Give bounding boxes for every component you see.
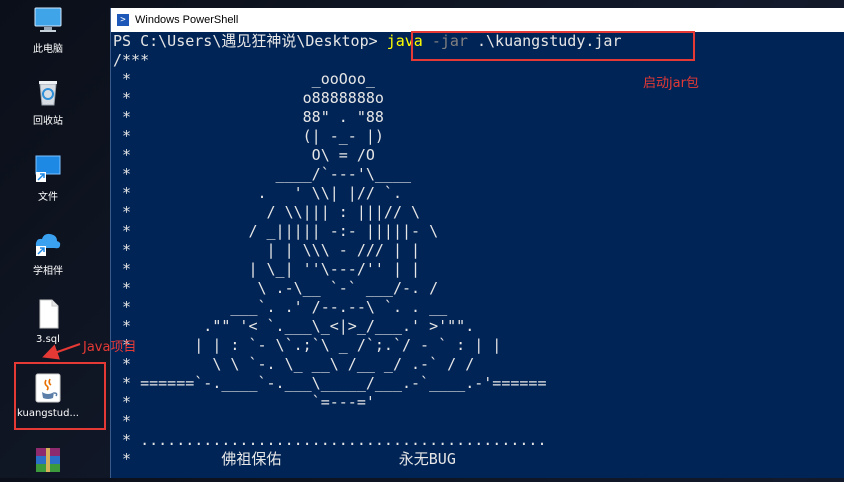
- computer-icon: [32, 4, 64, 36]
- banner-line: * / _||||| -:- |||||- \: [113, 222, 439, 240]
- banner-line: * | | \\\ - /// | |: [113, 241, 421, 259]
- banner-line: * \ .-\__ `-` ___/-. /: [113, 279, 439, 297]
- desktop-icon-sql-file[interactable]: 3.sql: [8, 298, 88, 345]
- banner-line: * | \_| ''\---/'' | |: [113, 260, 421, 278]
- banner-line: * \ \ `-. \_ __\ /__ _/ .-` / /: [113, 355, 475, 373]
- banner-line: * ___`. .' /--.--\ `. . __: [113, 298, 448, 316]
- banner-line: * / \\||| : |||// \: [113, 203, 421, 221]
- banner-line: *: [113, 412, 132, 430]
- banner-line: * O\ = /O: [113, 146, 375, 164]
- desktop-icon-recycle-bin[interactable]: 回收站: [8, 76, 88, 127]
- banner-line: * 佛祖保佑 永无BUG: [113, 450, 456, 468]
- jar-icon-highlight-box: [14, 362, 106, 430]
- file-shortcut-icon: [32, 152, 64, 184]
- desktop-icon-label: 3.sql: [36, 334, 60, 345]
- desktop-icon-label: 此电脑: [33, 44, 63, 55]
- window-title: Windows PowerShell: [135, 14, 239, 26]
- banner-line: * . ' \\| |// `.: [113, 184, 402, 202]
- annotation-run-jar: 启动jar包: [643, 76, 699, 91]
- banner-line: * ......................................…: [113, 431, 547, 449]
- banner-line: * 88" . "88: [113, 108, 384, 126]
- recycle-bin-icon: [32, 76, 64, 108]
- window-titlebar[interactable]: > Windows PowerShell: [111, 8, 844, 32]
- banner-line: * o8888888o: [113, 89, 384, 107]
- annotation-java-project: Java项目: [83, 340, 137, 355]
- banner-line: * ____/`---'\____: [113, 165, 412, 183]
- cloud-shortcut-icon: [32, 226, 64, 258]
- console-output[interactable]: PS C:\Users\遇见狂神说\Desktop> java -jar .\k…: [111, 32, 844, 478]
- banner-line: * ."" '< `.___\_<|>_/___.' >'"".: [113, 317, 475, 335]
- banner-line: * _ooOoo_: [113, 70, 375, 88]
- powershell-icon: >: [117, 14, 129, 26]
- desktop-icon-label: 文件: [38, 192, 58, 203]
- command-highlight-box: [411, 31, 695, 61]
- desktop-icon-label: 学相伴: [33, 266, 63, 277]
- prompt-text: PS C:\Users\遇见狂神说\Desktop>: [113, 32, 387, 50]
- desktop-icon-files[interactable]: 文件: [8, 152, 88, 203]
- desktop-icon-winrar[interactable]: [8, 446, 88, 482]
- sql-file-icon: [32, 298, 64, 330]
- banner-line: * `=---=': [113, 393, 375, 411]
- winrar-icon: [32, 446, 64, 478]
- desktop-icon-xuexiangban[interactable]: 学相伴: [8, 226, 88, 277]
- banner-line: * (| -_- |): [113, 127, 384, 145]
- powershell-window[interactable]: > Windows PowerShell PS C:\Users\遇见狂神说\D…: [110, 8, 844, 478]
- desktop-icon-label: 回收站: [33, 116, 63, 127]
- banner-line: * ======`-.____`-.___\_____/___.-`____.-…: [113, 374, 547, 392]
- desktop-icon-this-pc[interactable]: 此电脑: [8, 4, 88, 55]
- banner-line: * | | : `- \`.;`\ _ /`;.`/ - ` : | |: [113, 336, 502, 354]
